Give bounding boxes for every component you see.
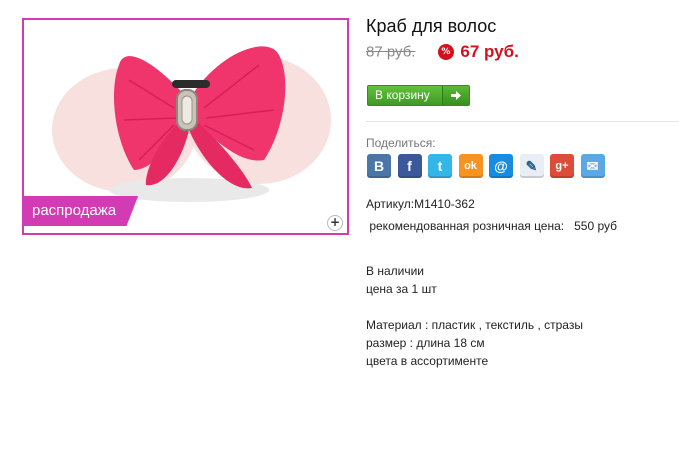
old-price: 87 руб. xyxy=(366,43,416,61)
odnoklassniki-icon[interactable]: ok xyxy=(458,154,483,178)
recommended-price: рекомендованная розничная цена: 550 руб xyxy=(366,219,618,233)
vkontakte-icon[interactable]: B xyxy=(367,154,391,178)
colors-note: цвета в ассортименте xyxy=(366,354,489,368)
share-label: Поделиться: xyxy=(366,136,436,150)
livejournal-icon[interactable]: ✎ xyxy=(519,154,544,178)
size: размер : длина 18 см xyxy=(366,336,485,350)
arrow-right-icon xyxy=(442,86,469,105)
article-number: Артикул:М1410-362 xyxy=(366,197,475,211)
email-icon[interactable]: ✉ xyxy=(580,154,605,178)
add-to-cart-label: В корзину xyxy=(375,88,430,102)
product-image-frame[interactable]: распродажа + xyxy=(22,18,349,235)
new-price: 67 руб. xyxy=(460,42,519,61)
product-title: Краб для волос xyxy=(366,16,497,36)
facebook-icon[interactable]: f xyxy=(397,154,422,178)
googleplus-icon[interactable]: g+ xyxy=(550,154,574,178)
price-unit: цена за 1 шт xyxy=(366,282,437,296)
zoom-icon[interactable]: + xyxy=(327,215,343,231)
discount-icon: % xyxy=(437,44,454,60)
availability: В наличии xyxy=(366,264,425,278)
twitter-icon[interactable]: t xyxy=(428,154,452,178)
add-to-cart-button[interactable]: В корзину xyxy=(367,85,470,106)
price-row: 87 руб. % 67 руб. xyxy=(366,42,519,62)
mailru-icon[interactable]: @ xyxy=(489,154,513,178)
sale-badge: распродажа xyxy=(24,196,139,226)
divider xyxy=(366,121,679,122)
material: Материал : пластик , текстиль , стразы xyxy=(366,318,583,332)
